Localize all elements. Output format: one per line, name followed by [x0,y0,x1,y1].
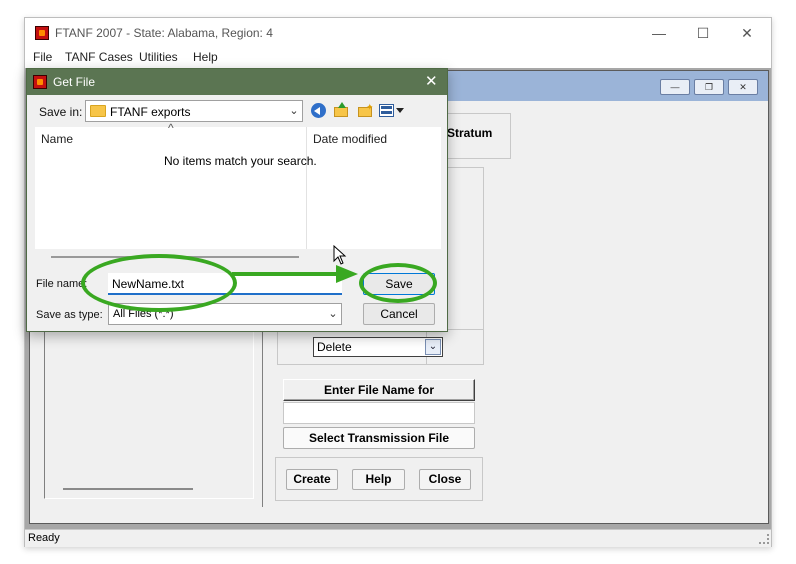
annotation-arrow-icon [232,265,358,283]
resize-grip-icon[interactable] [759,534,769,544]
action-select-value: Delete [317,340,352,354]
stratum-label: Stratum [447,126,493,140]
child-close-button[interactable]: ✕ [728,79,758,95]
menu-help[interactable]: Help [193,50,218,64]
horizontal-scrollbar[interactable] [63,488,193,490]
column-header-name[interactable]: Name [41,132,307,150]
main-titlebar: FTANF 2007 - State: Alabama, Region: 4 —… [25,18,771,48]
file-name-label: File name: [36,278,88,290]
column-header-date-modified[interactable]: Date modified [313,132,387,146]
maximize-button[interactable]: ☐ [681,18,725,48]
file-list[interactable]: Name ^ Date modified No items match your… [35,121,441,249]
save-as-type-select[interactable]: All Files (*.*) ⌄ [108,303,342,325]
save-in-label: Save in: [39,105,83,119]
chevron-down-icon[interactable]: ⌄ [325,304,341,324]
view-menu-icon[interactable] [379,102,405,118]
stratum-header-box: Stratum [443,113,511,159]
close-form-button[interactable]: Close [419,469,471,490]
dialog-titlebar: Get File ✕ [27,69,447,95]
file-name-value: NewName.txt [112,277,185,291]
folder-icon [90,105,106,117]
chevron-down-icon[interactable]: ⌄ [425,339,441,355]
column-divider [306,127,307,249]
close-button[interactable]: ✕ [725,18,769,48]
dialog-title: Get File [53,75,96,89]
dialog-app-icon [33,75,47,89]
save-button[interactable]: Save [363,273,435,295]
chevron-down-icon[interactable]: ⌄ [286,101,302,121]
sort-ascending-icon: ^ [168,121,174,135]
get-file-dialog: Get File ✕ Save in: FTANF exports ⌄ ✦ Na… [26,68,448,332]
save-in-select[interactable]: FTANF exports ⌄ [85,100,303,122]
minimize-button[interactable]: — [637,18,681,48]
menu-utilities[interactable]: Utilities [139,50,178,64]
app-icon [35,26,49,40]
menu-bar: File TANF Cases Utilities Help [25,48,771,68]
select-transmission-button[interactable]: Select Transmission File [283,427,475,449]
save-as-type-label: Save as type: [36,309,103,321]
status-text: Ready [28,532,60,544]
transmission-label: Enter File Name for Transmission [283,379,475,417]
child-restore-button[interactable]: ❐ [694,79,724,95]
back-icon[interactable] [311,103,326,118]
child-minimize-button[interactable]: — [660,79,690,95]
cancel-button[interactable]: Cancel [363,303,435,325]
menu-tanf-cases[interactable]: TANF Cases [65,50,133,64]
menu-file[interactable]: File [33,50,52,64]
new-folder-icon[interactable]: ✦ [357,102,374,118]
action-select[interactable]: Delete ⌄ [313,337,443,357]
window-title: FTANF 2007 - State: Alabama, Region: 4 [55,26,273,40]
create-button[interactable]: Create [286,469,338,490]
file-list-scrollbar[interactable] [51,256,299,258]
transmission-file-input[interactable] [283,402,475,424]
status-bar: Ready [25,529,771,547]
panel-divider [262,331,263,507]
save-as-type-value: All Files (*.*) [113,308,174,320]
empty-list-message: No items match your search. [164,154,317,168]
up-folder-icon[interactable] [333,102,349,118]
help-button[interactable]: Help [352,469,405,490]
dialog-close-icon[interactable]: ✕ [425,72,438,90]
save-in-value: FTANF exports [110,105,191,119]
